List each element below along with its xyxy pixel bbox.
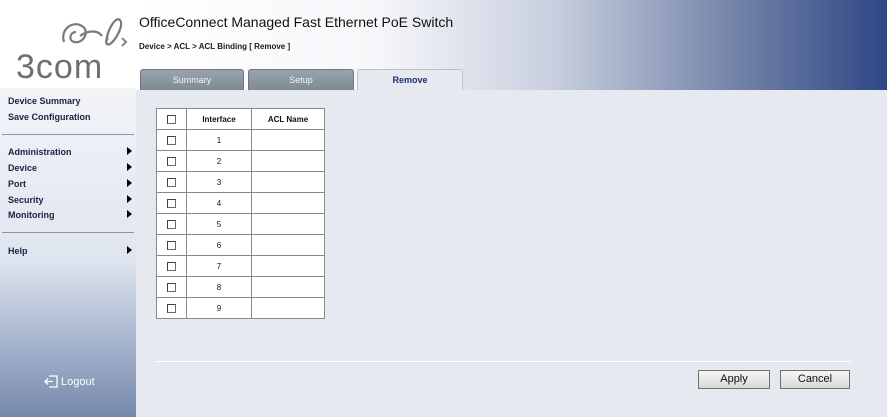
sidebar-menu-monitoring[interactable]: Monitoring	[8, 210, 132, 220]
row-select-checkbox[interactable]	[167, 177, 176, 187]
tab-setup[interactable]: Setup	[248, 69, 354, 90]
chevron-right-icon	[127, 210, 132, 218]
table-row: 6	[156, 234, 325, 256]
column-header-interface: Interface	[186, 108, 252, 130]
row-select-checkbox[interactable]	[167, 261, 176, 271]
table-row: 4	[156, 192, 325, 214]
sidebar-link-device-summary[interactable]: Device Summary	[8, 96, 81, 106]
column-header-acl-name: ACL Name	[251, 108, 325, 130]
row-select-cell	[156, 129, 187, 151]
sidebar-menu-help[interactable]: Help	[8, 246, 132, 256]
table-row: 5	[156, 213, 325, 235]
sidebar-menu-label: Port	[8, 179, 26, 189]
table-row: 7	[156, 255, 325, 277]
acl-binding-table: Interface ACL Name 123456789	[156, 108, 325, 319]
row-select-checkbox[interactable]	[167, 303, 176, 313]
sidebar-menu-device[interactable]: Device	[8, 163, 132, 173]
logout-label: Logout	[61, 375, 95, 388]
header: OfficeConnect Managed Fast Ethernet PoE …	[136, 0, 887, 91]
row-select-checkbox[interactable]	[167, 135, 176, 145]
chevron-right-icon	[127, 195, 132, 203]
chevron-right-icon	[127, 179, 132, 187]
main-content: Interface ACL Name 123456789 Apply Cance…	[136, 90, 887, 417]
sidebar-menu-security[interactable]: Security	[8, 195, 132, 205]
3com-swirl-logo	[62, 18, 128, 47]
sidebar: 3com Device Summary Save Configuration A…	[0, 0, 136, 417]
interface-cell: 4	[186, 192, 252, 214]
row-select-cell	[156, 297, 187, 319]
select-all-checkbox[interactable]	[167, 114, 176, 124]
row-select-checkbox[interactable]	[167, 240, 176, 250]
chevron-right-icon	[127, 147, 132, 155]
product-title: OfficeConnect Managed Fast Ethernet PoE …	[139, 14, 454, 30]
row-select-cell	[156, 150, 187, 172]
sidebar-link-save-configuration[interactable]: Save Configuration	[8, 112, 91, 122]
sidebar-menu-administration[interactable]: Administration	[8, 147, 132, 157]
acl-name-cell	[251, 150, 325, 172]
interface-cell: 6	[186, 234, 252, 256]
row-select-cell	[156, 192, 187, 214]
interface-cell: 1	[186, 129, 252, 151]
row-select-checkbox[interactable]	[167, 198, 176, 208]
interface-cell: 2	[186, 150, 252, 172]
interface-cell: 3	[186, 171, 252, 193]
acl-name-cell	[251, 171, 325, 193]
sidebar-divider	[2, 232, 134, 233]
interface-cell: 9	[186, 297, 252, 319]
sidebar-menu-port[interactable]: Port	[8, 179, 132, 189]
sidebar-menu-label: Security	[8, 195, 44, 205]
interface-cell: 7	[186, 255, 252, 277]
table-row: 8	[156, 276, 325, 298]
table-row: 1	[156, 129, 325, 151]
row-select-cell	[156, 171, 187, 193]
apply-button[interactable]: Apply	[698, 370, 770, 389]
brand-logo: 3com	[0, 0, 136, 88]
footer-divider	[156, 361, 851, 362]
breadcrumb: Device > ACL > ACL Binding [ Remove ]	[139, 42, 291, 51]
acl-name-cell	[251, 213, 325, 235]
row-select-cell	[156, 234, 187, 256]
interface-cell: 5	[186, 213, 252, 235]
row-select-checkbox[interactable]	[167, 282, 176, 292]
chevron-right-icon	[127, 163, 132, 171]
acl-name-cell	[251, 255, 325, 277]
sidebar-menu-label: Device	[8, 163, 38, 173]
table-row: 9	[156, 297, 325, 319]
table-row: 2	[156, 150, 325, 172]
logout-button[interactable]: Logout	[44, 375, 95, 388]
table-header-row: Interface ACL Name	[156, 108, 325, 130]
app-window: 3com Device Summary Save Configuration A…	[0, 0, 887, 417]
brand-name: 3com	[16, 48, 104, 86]
logout-arrow-icon	[44, 375, 58, 388]
acl-name-cell	[251, 276, 325, 298]
sidebar-menu-label: Monitoring	[8, 210, 55, 220]
acl-name-cell	[251, 129, 325, 151]
table-row: 3	[156, 171, 325, 193]
row-select-checkbox[interactable]	[167, 156, 176, 166]
interface-cell: 8	[186, 276, 252, 298]
acl-name-cell	[251, 234, 325, 256]
row-select-cell	[156, 255, 187, 277]
sidebar-menu-label: Administration	[8, 147, 72, 157]
acl-name-cell	[251, 297, 325, 319]
row-select-checkbox[interactable]	[167, 219, 176, 229]
tab-remove[interactable]: Remove	[357, 69, 463, 91]
cancel-button[interactable]: Cancel	[780, 370, 850, 389]
table-body: 123456789	[156, 129, 325, 319]
sidebar-menu-label: Help	[8, 246, 28, 256]
row-select-cell	[156, 213, 187, 235]
acl-name-cell	[251, 192, 325, 214]
select-all-cell	[156, 108, 187, 130]
sidebar-divider	[2, 134, 134, 135]
row-select-cell	[156, 276, 187, 298]
tab-summary[interactable]: Summary	[140, 69, 244, 90]
chevron-right-icon	[127, 246, 132, 254]
